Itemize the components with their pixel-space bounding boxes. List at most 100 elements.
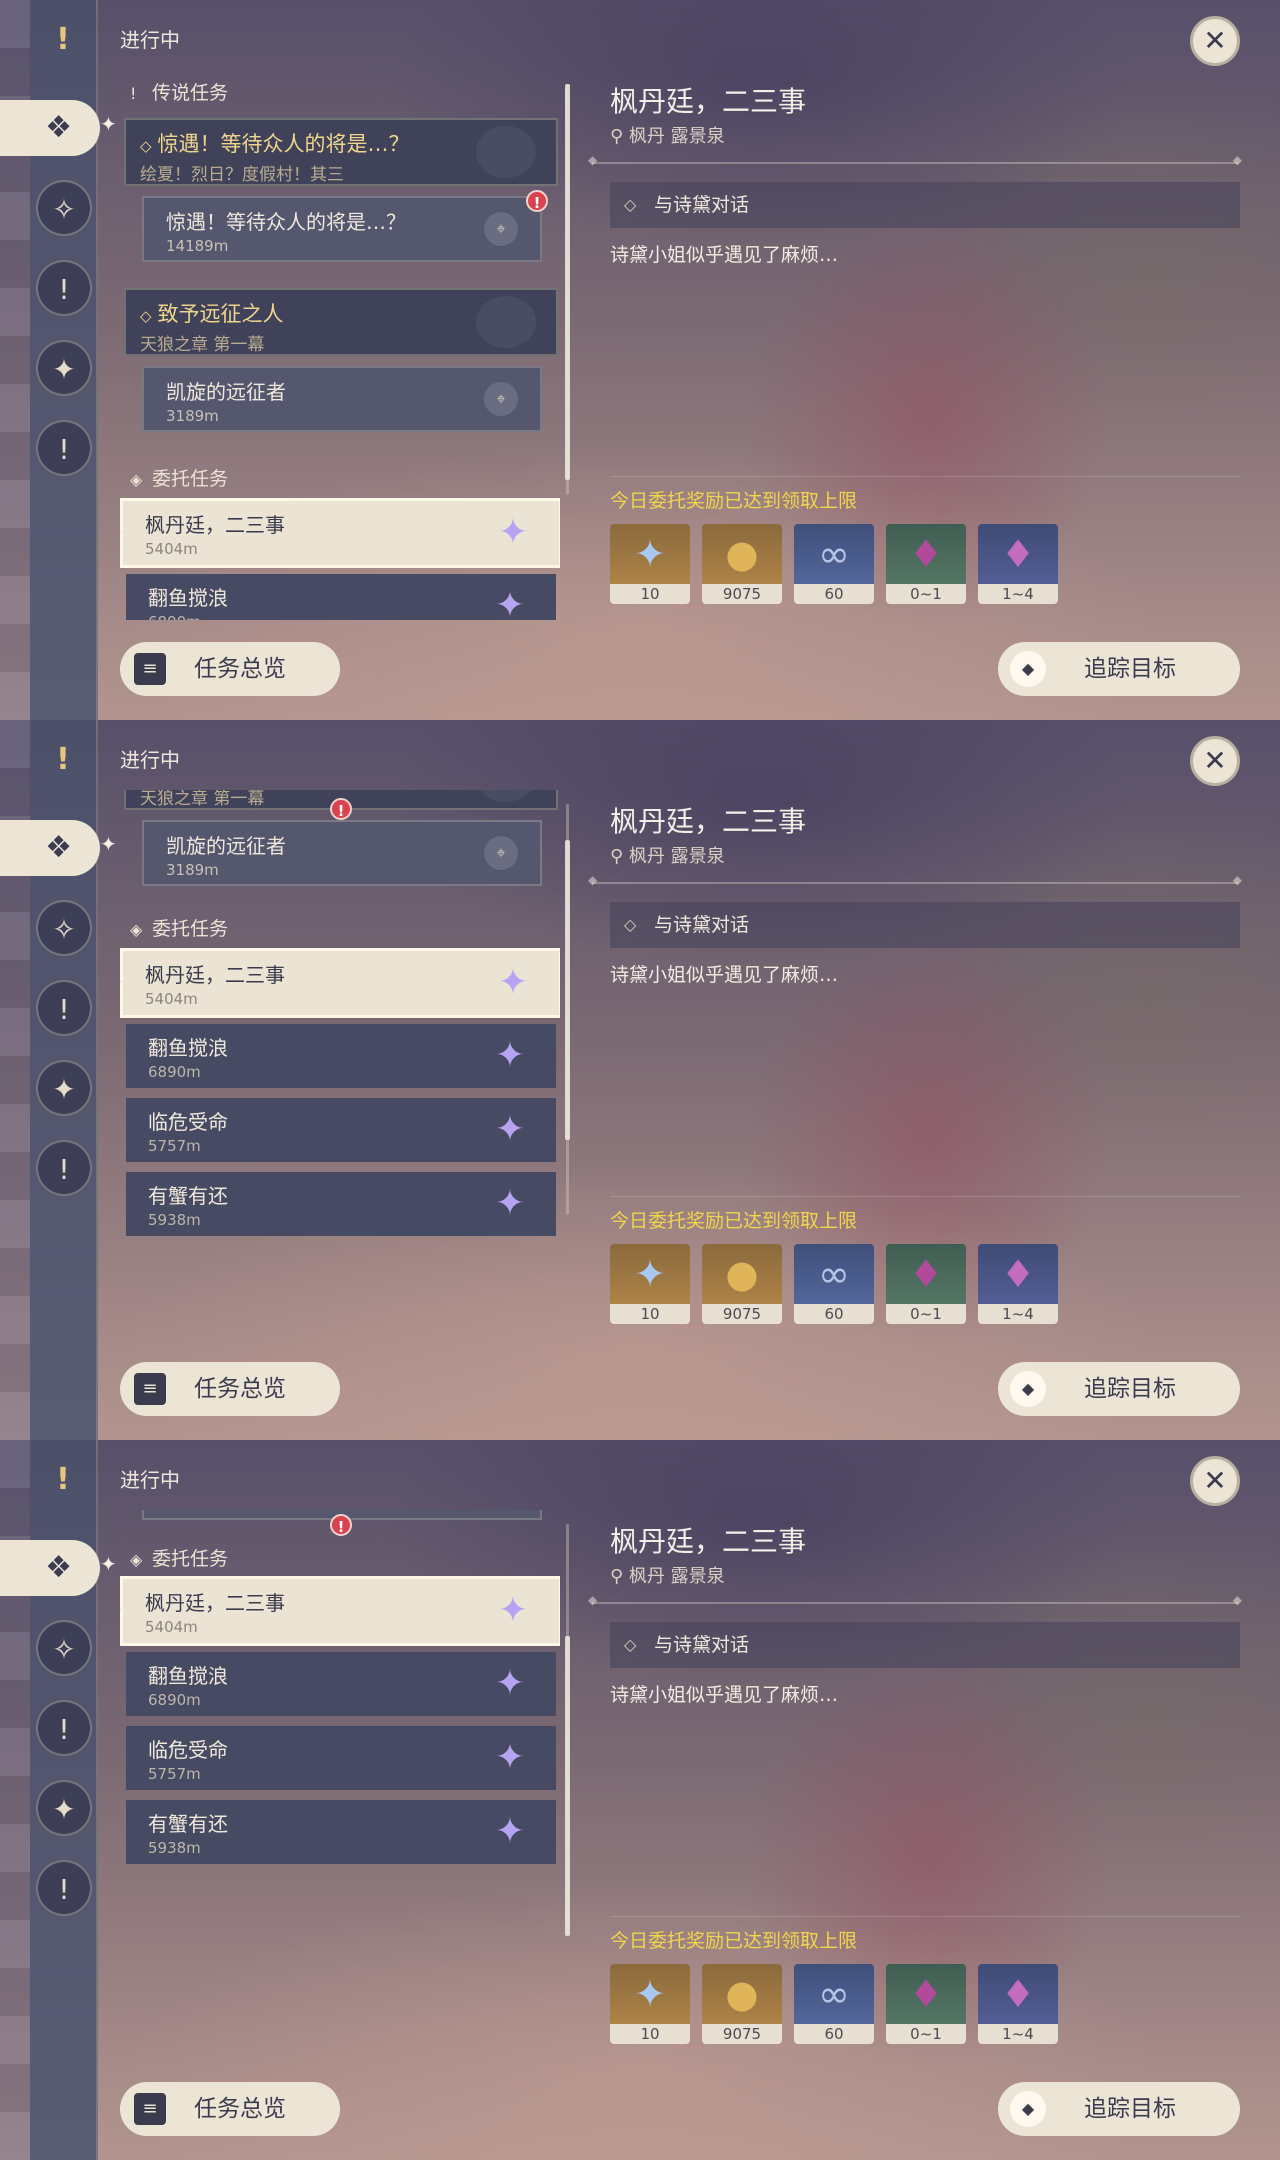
scrollbar-thumb[interactable] [565, 84, 570, 480]
status-heading: 进行中 [120, 28, 180, 52]
reward-item[interactable]: ● 9075 [702, 524, 782, 604]
scrollbar-thumb[interactable] [565, 840, 570, 1140]
tab-archon-icon[interactable]: ✧ [36, 180, 92, 236]
reward-item[interactable]: ● 9075 [702, 1964, 782, 2044]
emblem-icon [476, 126, 536, 178]
map-pin-icon[interactable]: ⌖ [484, 212, 518, 246]
reward-item[interactable]: ∞ 60 [794, 1964, 874, 2044]
diamond-icon: ◇ [140, 137, 152, 155]
quest-location: ⚲ 枫丹 露景泉 [610, 1566, 725, 1587]
tab-all-quests[interactable]: ❖ [0, 1540, 100, 1596]
crystal-chunk-icon: ♦ [908, 532, 944, 576]
scrollbar-thumb[interactable] [565, 1636, 570, 1936]
commission-item-selected[interactable]: ▶ 枫丹廷，二三事 5404m ✦ [120, 1576, 560, 1646]
close-button[interactable]: ✕ [1190, 16, 1240, 66]
reward-notice: 今日委托奖励已达到领取上限 [610, 1210, 858, 1232]
commission-item[interactable]: 临危受命 5757m ✦ [126, 1726, 556, 1790]
tab-event-icon[interactable]: ! [36, 420, 92, 476]
track-target-button[interactable]: ◆ 追踪目标 [998, 1362, 1240, 1416]
reward-item[interactable]: ✦ 10 [610, 524, 690, 604]
exclamation-icon: ! [130, 84, 137, 103]
commission-item[interactable]: 翻鱼搅浪 6890m ✦ [126, 574, 556, 620]
reward-item[interactable]: ● 9075 [702, 1244, 782, 1324]
reward-item[interactable]: ✦ 10 [610, 1964, 690, 2044]
map-pin-icon[interactable]: ⌖ [484, 382, 518, 416]
tab-story-icon[interactable]: ! [36, 260, 92, 316]
commission-item[interactable]: 临危受命 5757m ✦ [126, 1098, 556, 1162]
emblem-icon [476, 296, 536, 348]
tab-event-icon[interactable]: ! [36, 1140, 92, 1196]
companionship-exp-icon: ∞ [818, 532, 850, 576]
reward-item[interactable]: ∞ 60 [794, 1244, 874, 1324]
divider [610, 476, 1240, 477]
quest-overview-button[interactable]: ≡ 任务总览 [120, 1362, 340, 1416]
track-target-button[interactable]: ◆ 追踪目标 [998, 642, 1240, 696]
reward-item[interactable]: ♦ 1~4 [978, 524, 1058, 604]
quest-step-card[interactable]: 凯旋的远征者 3189m ⌖ [142, 820, 542, 886]
commission-item-selected[interactable]: ▶ 枫丹廷，二三事 5404m ✦ [120, 498, 560, 568]
sparkle-icon: ✦ [100, 1552, 117, 1576]
quest-objective: ◇ 与诗黛对话 [610, 902, 1240, 948]
reward-notice: 今日委托奖励已达到领取上限 [610, 1930, 858, 1952]
purple-crystal-icon: ♦ [1000, 1252, 1036, 1296]
tab-all-quests[interactable]: ❖ [0, 100, 100, 156]
quest-step-distance: 3189m [166, 1510, 540, 1513]
reward-item[interactable]: ♦ 1~4 [978, 1244, 1058, 1324]
divider [610, 1196, 1240, 1197]
companionship-exp-icon: ∞ [818, 1972, 850, 2016]
close-button[interactable]: ✕ [1190, 1456, 1240, 1506]
commission-item-selected[interactable]: ▶ 枫丹廷，二三事 5404m ✦ [120, 948, 560, 1018]
companionship-exp-icon: ∞ [818, 1252, 850, 1296]
quest-description: 诗黛小姐似乎遇见了麻烦… [610, 244, 839, 266]
quest-screen-1: ! ❖ ✦ ✧ ! ✦ ! 进行中 ! 传说任务 ◇ 惊遇！等待众人的将是…？ 绘夏… [0, 0, 1280, 720]
tab-world-icon[interactable]: ✦ [36, 1060, 92, 1116]
tab-event-icon[interactable]: ! [36, 1860, 92, 1916]
quest-book-icon: ≡ [134, 1373, 166, 1405]
objective-diamond-icon: ◇ [624, 1635, 637, 1654]
quest-overview-button[interactable]: ≡ 任务总览 [120, 2082, 340, 2136]
mora-icon: ● [725, 1972, 759, 2016]
tab-all-quests[interactable]: ❖ [0, 820, 100, 876]
quest-overview-button[interactable]: ≡ 任务总览 [120, 642, 340, 696]
quest-step-card[interactable]: 惊遇！等待众人的将是…？ 14189m ⌖ ! [142, 190, 548, 262]
divider [588, 153, 1242, 167]
bookmark-icon: ! [56, 1462, 70, 1497]
crystal-chunk-icon: ♦ [908, 1972, 944, 2016]
commission-item[interactable]: 有蟹有还 5938m ✦ [126, 1800, 556, 1864]
reward-item[interactable]: ♦ 1~4 [978, 1964, 1058, 2044]
quest-objective: ◇ 与诗黛对话 [610, 1622, 1240, 1668]
tab-story-icon[interactable]: ! [36, 1700, 92, 1756]
section-commission: ◈ 委托任务 [130, 1548, 229, 1570]
reward-item[interactable]: ✦ 10 [610, 1244, 690, 1324]
commission-item[interactable]: 翻鱼搅浪 6890m ✦ [126, 1652, 556, 1716]
quest-detail-title: 枫丹廷，二三事 [610, 85, 807, 118]
track-target-button[interactable]: ◆ 追踪目标 [998, 2082, 1240, 2136]
tab-world-icon[interactable]: ✦ [36, 1780, 92, 1836]
tab-world-icon[interactable]: ✦ [36, 340, 92, 396]
tab-story-icon[interactable]: ! [36, 980, 92, 1036]
divider [588, 1593, 1242, 1607]
quest-step-card[interactable]: 凯旋的远征者 3189m ⌖ [142, 366, 542, 432]
reward-item[interactable]: ♦ 0~1 [886, 1964, 966, 2044]
primogem-icon: ✦ [634, 1252, 666, 1296]
tab-archon-icon[interactable]: ✧ [36, 1620, 92, 1676]
commission-item[interactable]: 翻鱼搅浪 6890m ✦ [126, 1024, 556, 1088]
sparkle-icon: ✦ [100, 832, 117, 856]
legend-quest-card[interactable]: ◇ 惊遇！等待众人的将是…？ 绘夏！烈日？度假村！其三 [124, 118, 558, 186]
commission-star-icon: ✦ [494, 1737, 526, 1778]
reward-item[interactable]: ∞ 60 [794, 524, 874, 604]
commission-star-icon: ✦ [494, 1183, 526, 1224]
commission-item[interactable]: 有蟹有还 5938m ✦ [126, 1172, 556, 1236]
selected-caret-icon: ▶ [120, 523, 124, 539]
map-pin-icon[interactable]: ⌖ [484, 836, 518, 870]
legend-quest-card[interactable]: ◇致予远征之人 天狼之章 第一幕 [124, 288, 558, 356]
mora-icon: ● [725, 1252, 759, 1296]
reward-item[interactable]: ♦ 0~1 [886, 524, 966, 604]
location-pin-icon: ⚲ [610, 1566, 629, 1587]
alert-icon: ! [526, 190, 548, 212]
bookmark-icon: ! [56, 742, 70, 777]
reward-item[interactable]: ♦ 0~1 [886, 1244, 966, 1324]
tab-archon-icon[interactable]: ✧ [36, 900, 92, 956]
close-button[interactable]: ✕ [1190, 736, 1240, 786]
commission-star-icon: ✦ [494, 1663, 526, 1704]
